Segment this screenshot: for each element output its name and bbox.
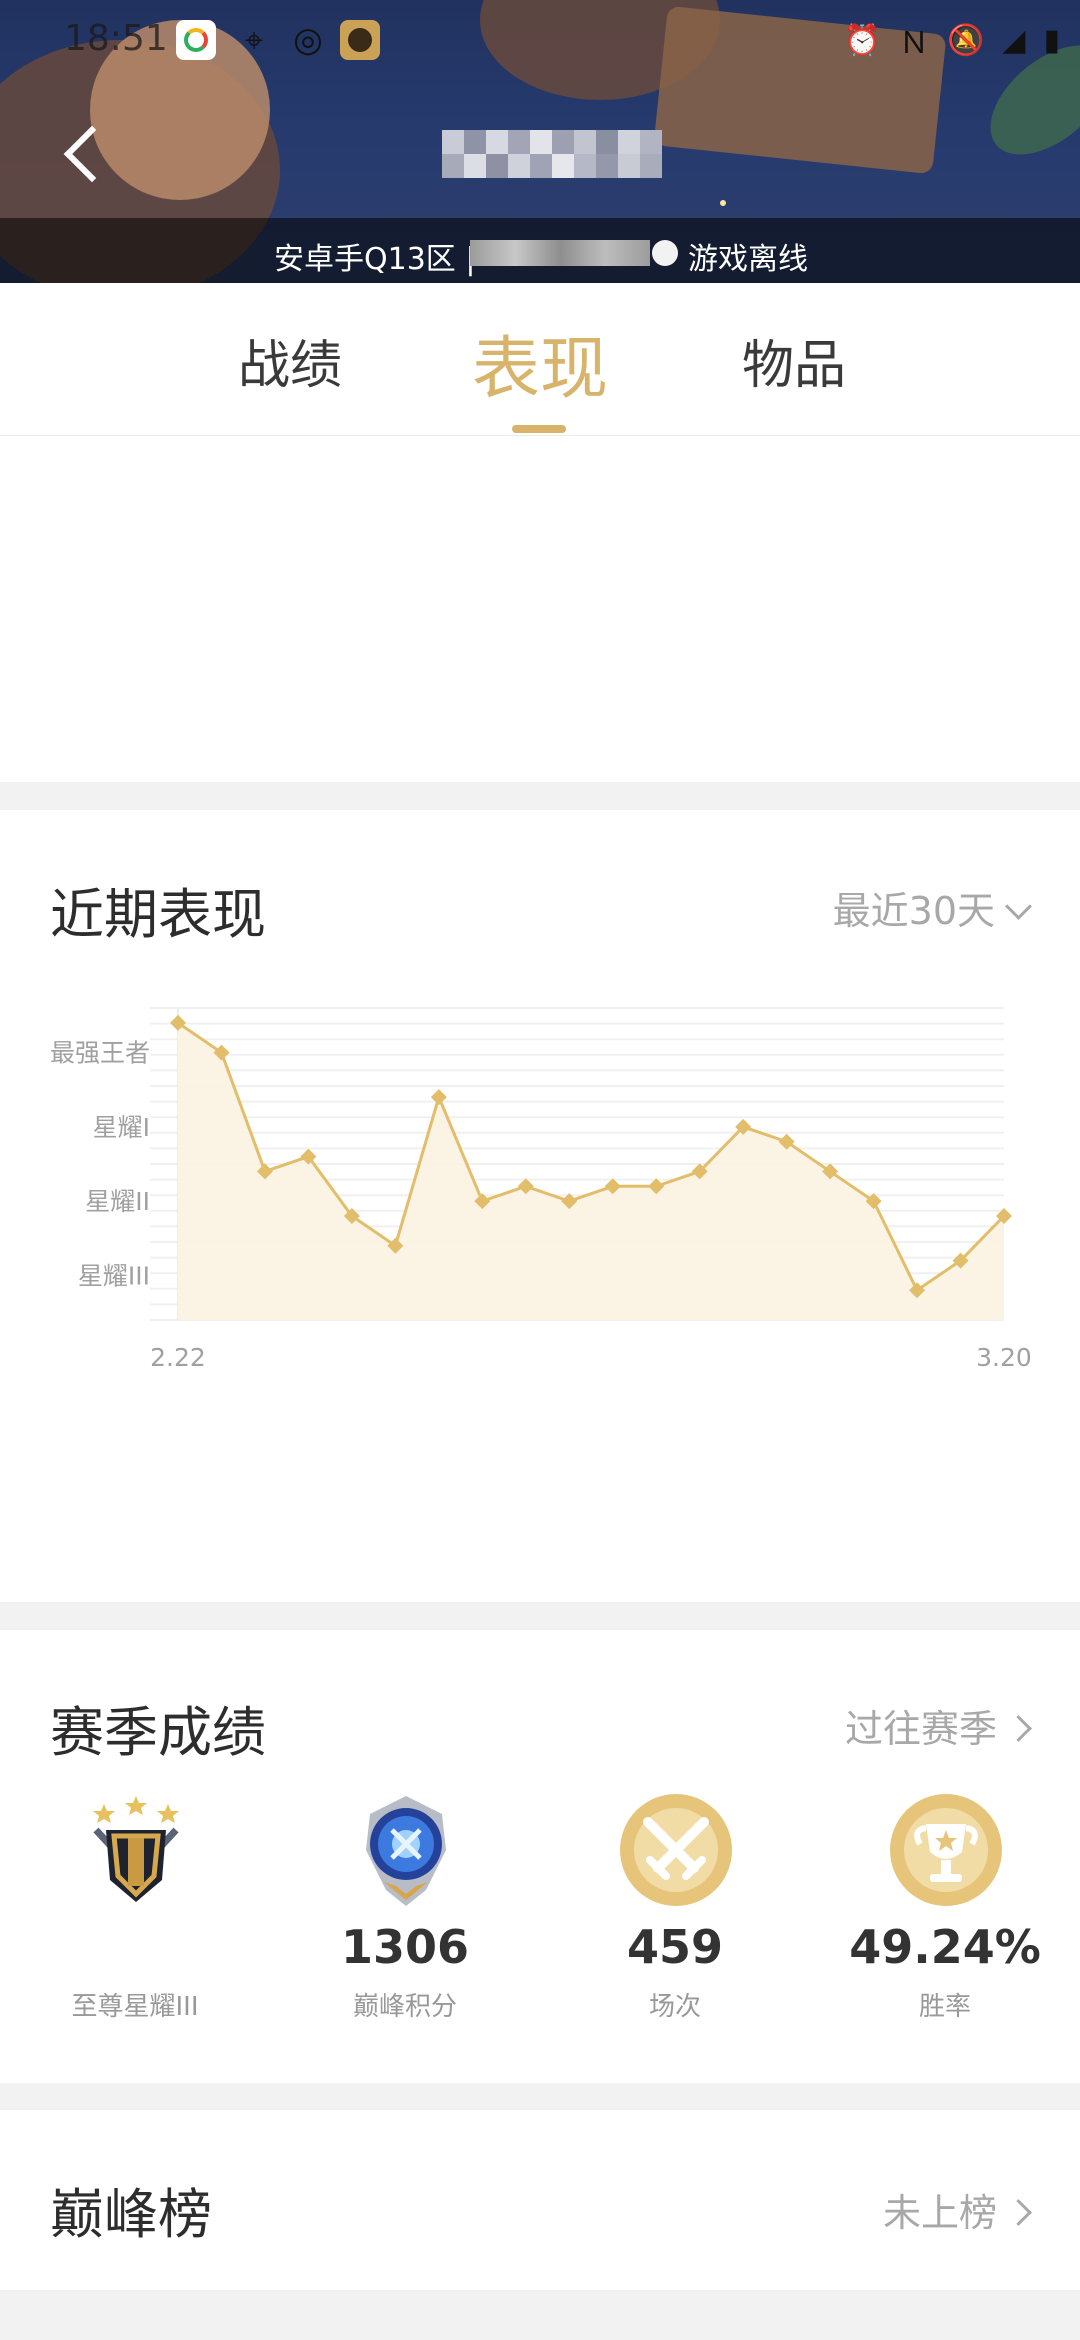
rank-badge-icon <box>93 1796 179 1902</box>
server-label: 安卓手Q13区 | <box>274 242 476 277</box>
location-icon: ⌖ <box>244 21 264 59</box>
status-right-icons: ⏰ Ｎ 🔕 ◢ ▮ <box>843 20 1060 62</box>
game-status-text: 游戏离线 <box>688 242 808 277</box>
recent-performance-card: 近期表现 最近30天 最强王者星耀I 星耀II 星耀III 2.22 3.20 <box>0 810 1080 1602</box>
back-button[interactable] <box>58 116 118 196</box>
chart-y-tick-label: 星耀I <box>93 1113 150 1142</box>
past-seasons-link[interactable]: 过往赛季 <box>844 1698 1032 1753</box>
active-tab-indicator <box>512 425 566 433</box>
season-stats-card: 赛季成绩 过往赛季 至尊星耀III 1306 巅峰积分 459 场次 49.24… <box>0 1630 1080 2083</box>
chart-x-tick-label: 3.20 <box>976 1343 1032 1372</box>
leaderboard-status-link[interactable]: 未上榜 <box>882 2182 1032 2237</box>
leaderboard-status-label: 未上榜 <box>882 2191 997 2235</box>
past-seasons-label: 过往赛季 <box>844 1707 997 1751</box>
server-info-strip: 安卓手Q13区 | 游戏离线 <box>0 218 1080 283</box>
period-filter-label: 最近30天 <box>832 889 995 933</box>
signal-icon: ◢ <box>1002 22 1026 58</box>
chart-y-tick-label: 星耀III <box>78 1261 150 1290</box>
alarm-icon: ⏰ <box>843 22 882 58</box>
trophy-icon <box>890 1794 1002 1906</box>
recent-performance-chart: 最强王者星耀I 星耀II 星耀III 2.22 3.20 <box>50 1007 1032 1372</box>
tab-bar: 战绩 表现 物品 <box>0 283 1080 436</box>
banner-art <box>720 200 726 206</box>
peak-title: 巅峰榜 <box>50 2183 212 2246</box>
chart-point <box>430 1089 447 1106</box>
peak-score-badge-icon <box>366 1796 446 1906</box>
rank-label: 至尊星耀III <box>71 1992 199 2022</box>
chevron-right-icon <box>1005 1715 1032 1742</box>
app-notification-icon <box>176 20 216 60</box>
tab-performance[interactable]: 表现 <box>472 313 608 412</box>
matches-label: 场次 <box>648 1992 701 2022</box>
status-bar: 18:51 ⌖ ◎ ⏰ Ｎ 🔕 ◢ ▮ <box>0 0 1080 80</box>
chevron-right-icon <box>1005 2199 1032 2226</box>
player-id-pixelated <box>470 240 650 266</box>
winrate-value: 49.24% <box>849 1920 1041 1974</box>
period-filter-dropdown[interactable]: 最近30天 <box>832 880 1032 935</box>
weibo-icon: ◎ <box>293 20 323 60</box>
matches-value: 459 <box>626 1920 724 1974</box>
chevron-down-icon <box>1005 893 1032 920</box>
chart-area <box>178 1022 1004 1320</box>
chart-y-tick-label: 星耀II <box>85 1187 150 1216</box>
nfc-icon: Ｎ <box>899 26 930 61</box>
crossed-swords-icon <box>620 1794 732 1906</box>
offline-dot-icon <box>652 240 678 266</box>
season-title: 赛季成绩 <box>50 1701 266 1764</box>
recent-title: 近期表现 <box>50 883 266 946</box>
game-app-icon <box>340 20 380 60</box>
chart-y-tick-label: 最强王者 <box>50 1039 150 1068</box>
header-banner: 18:51 ⌖ ◎ ⏰ Ｎ 🔕 ◢ ▮ 安卓手Q13区 | 游戏离线 <box>0 0 1080 283</box>
empty-content-area <box>0 436 1080 782</box>
tab-record[interactable]: 战绩 <box>238 323 342 398</box>
winrate-label: 胜率 <box>918 1992 971 2022</box>
peak-score-value: 1306 <box>340 1920 470 1974</box>
peak-score-label: 巅峰积分 <box>352 1992 457 2022</box>
tab-items[interactable]: 物品 <box>742 323 846 398</box>
player-name-pixelated <box>442 130 662 178</box>
battery-icon: ▮ <box>1043 22 1060 58</box>
chart-x-tick-label: 2.22 <box>150 1343 206 1372</box>
status-time: 18:51 <box>64 18 168 59</box>
peak-leaderboard-card[interactable]: 巅峰榜 未上榜 <box>0 2110 1080 2290</box>
mute-icon: 🔕 <box>947 22 985 58</box>
